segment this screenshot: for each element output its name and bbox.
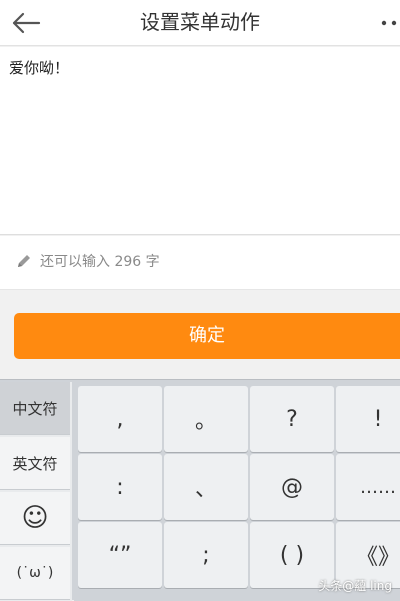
tab-kaomoji[interactable]: (˙ω˙)	[0, 547, 70, 600]
key-colon[interactable]: :	[78, 454, 162, 520]
key-quotes[interactable]: “”	[78, 522, 162, 588]
key-enumeration-comma[interactable]: 、	[164, 454, 248, 520]
confirm-button[interactable]: 确定	[14, 313, 400, 359]
tab-english-symbols[interactable]: 英文符	[0, 437, 70, 490]
symbol-key-grid: , 。 ? ! : 、 @ …… “” ; ( ) 《》	[74, 382, 400, 601]
message-input[interactable]: 爱你呦！	[0, 47, 400, 235]
symbol-keyboard: 中文符 英文符 ☺ (˙ω˙) , 。 ? ! : 、 @ …… “” ; ( …	[0, 379, 400, 601]
key-semicolon[interactable]: ;	[164, 522, 248, 588]
header-bar: 设置菜单动作	[0, 0, 400, 46]
message-text: 爱你呦！	[9, 59, 70, 77]
tab-chinese-symbols[interactable]: 中文符	[0, 382, 70, 435]
pencil-icon	[18, 255, 30, 267]
page-title: 设置菜单动作	[140, 10, 260, 34]
key-ellipsis[interactable]: ……	[336, 454, 400, 520]
char-count-text: 还可以输入 296 字	[40, 254, 160, 270]
watermark: 头条@蘊 ling	[318, 579, 392, 593]
more-button[interactable]	[374, 6, 400, 40]
key-at[interactable]: @	[250, 454, 334, 520]
more-dots-icon	[381, 20, 397, 26]
key-exclamation[interactable]: !	[336, 386, 400, 452]
keyboard-side-tabs: 中文符 英文符 ☺ (˙ω˙)	[0, 382, 72, 601]
key-comma[interactable]: ,	[78, 386, 162, 452]
tab-emoji[interactable]: ☺	[0, 492, 70, 545]
char-count-row: 还可以输入 296 字	[0, 236, 400, 290]
key-period[interactable]: 。	[164, 386, 248, 452]
key-question[interactable]: ?	[250, 386, 334, 452]
